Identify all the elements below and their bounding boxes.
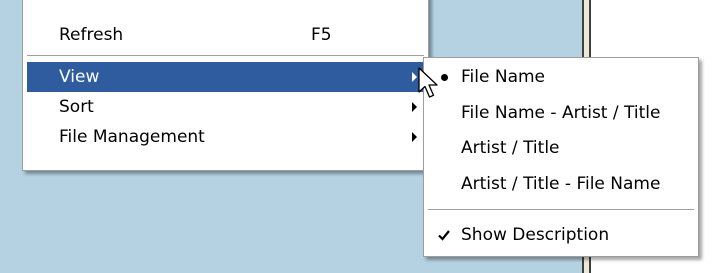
bullet-icon	[441, 74, 448, 81]
mouse-pointer-icon	[418, 67, 438, 98]
submenu-item-label: Show Description	[461, 225, 610, 245]
submenu-item-artist-title-file-name[interactable]: Artist / Title - File Name	[428, 169, 694, 199]
submenu-arrow-icon	[412, 72, 417, 82]
menu-separator	[428, 209, 694, 211]
menu-separator	[27, 55, 424, 57]
submenu-item-artist-title[interactable]: Artist / Title	[428, 133, 694, 163]
menu-item-file-management[interactable]: File Management	[27, 122, 424, 152]
submenu-item-file-name[interactable]: File Name	[428, 62, 694, 92]
menu-item-label: File Management	[59, 127, 205, 147]
submenu-item-label: File Name	[461, 67, 546, 87]
check-icon	[438, 230, 450, 241]
submenu-item-label: Artist / Title - File Name	[461, 174, 661, 194]
submenu-item-label: File Name - Artist / Title	[461, 103, 661, 123]
context-menu: Refresh F5 View Sort File Management	[22, 0, 429, 171]
view-submenu: File Name File Name - Artist / Title Art…	[423, 57, 699, 257]
submenu-item-show-description[interactable]: Show Description	[428, 220, 694, 250]
menu-item-sort[interactable]: Sort	[27, 92, 424, 122]
submenu-arrow-icon	[412, 132, 417, 142]
shortcut-label: F5	[311, 25, 332, 45]
menu-item-label: Sort	[59, 97, 94, 117]
menu-item-view[interactable]: View	[27, 62, 424, 92]
menu-item-label: Refresh	[59, 25, 124, 45]
menu-item-label: View	[59, 67, 100, 87]
submenu-item-label: Artist / Title	[461, 138, 560, 158]
submenu-item-file-name-artist-title[interactable]: File Name - Artist / Title	[428, 98, 694, 128]
submenu-arrow-icon	[412, 102, 417, 112]
menu-item-refresh[interactable]: Refresh F5	[27, 20, 424, 50]
